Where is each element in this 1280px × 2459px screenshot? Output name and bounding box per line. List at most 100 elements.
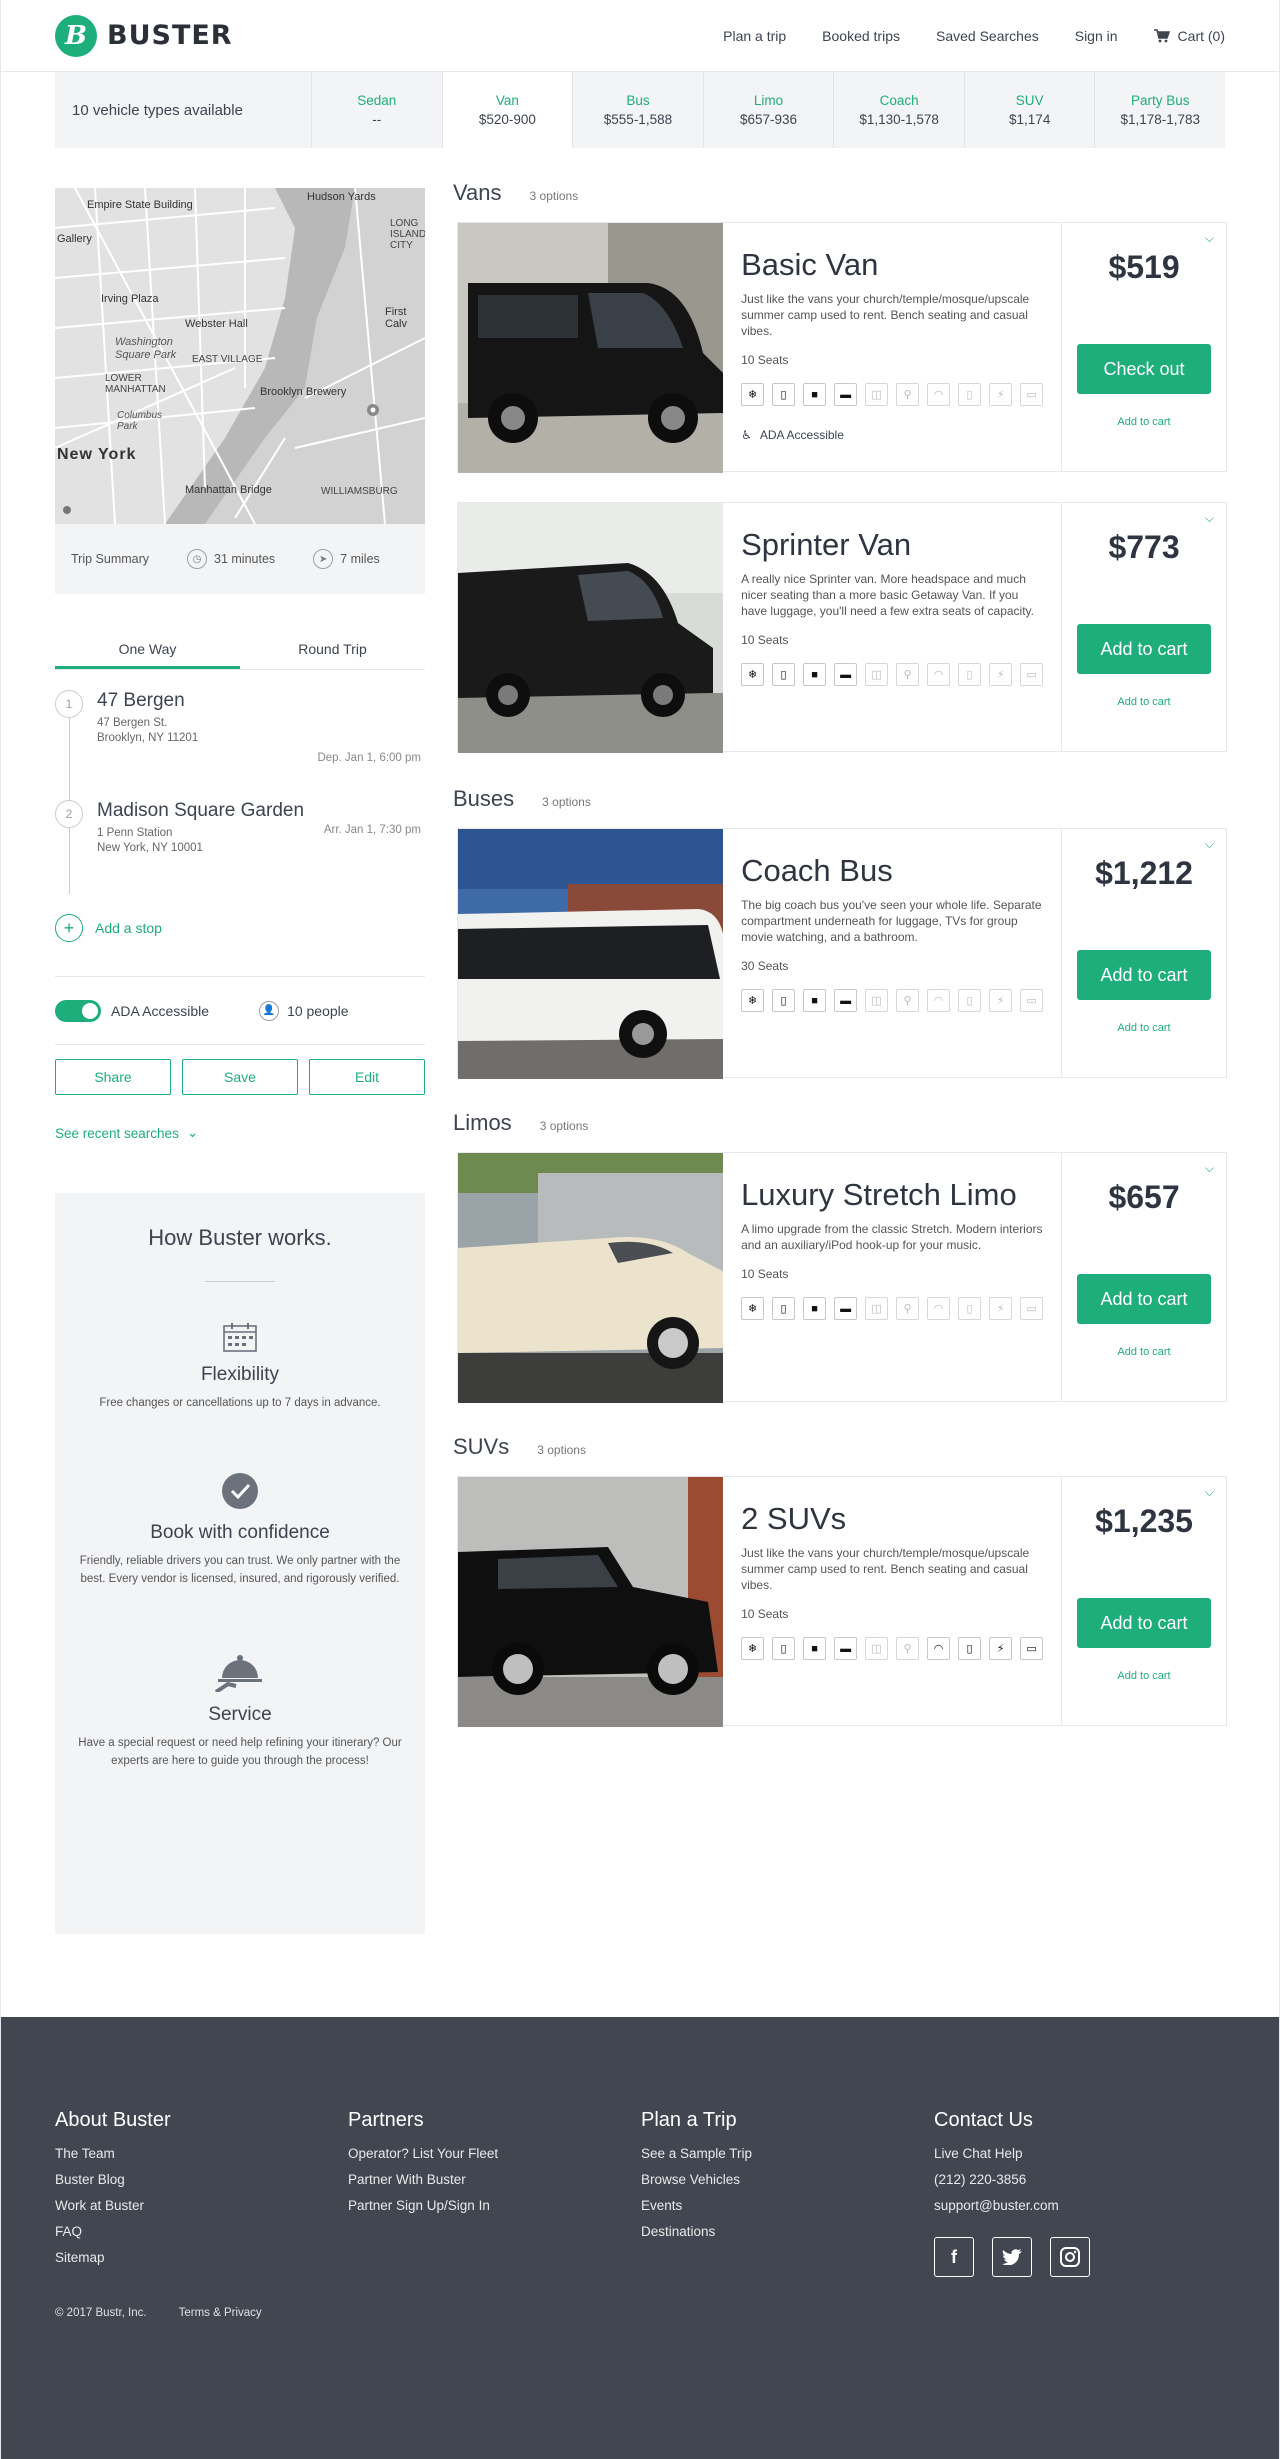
footer-link[interactable]: Operator? List Your Fleet (348, 2146, 641, 2161)
chevron-down-icon[interactable]: ⌵ (1205, 1161, 1214, 1176)
footer-col-title: About Buster (55, 2109, 171, 2131)
add-to-cart-link[interactable]: Add to cart (1062, 416, 1226, 428)
section-count: 3 options (529, 189, 579, 203)
footer-link[interactable]: See a Sample Trip (641, 2146, 934, 2161)
add-to-cart-button[interactable]: Add to cart (1077, 1274, 1212, 1324)
tab-van[interactable]: Van $520-900 (441, 72, 573, 148)
vehicle-price: $1,212 (1095, 855, 1193, 891)
save-button[interactable]: Save (182, 1059, 298, 1095)
add-to-cart-button[interactable]: Add to cart (1077, 624, 1212, 674)
tab-bus[interactable]: Bus $555-1,588 (572, 72, 703, 148)
footer-link[interactable]: Partner Sign Up/Sign In (348, 2198, 641, 2213)
footer-link[interactable]: Browse Vehicles (641, 2172, 934, 2187)
people-count[interactable]: 👤 10 people (259, 1000, 349, 1021)
add-stop-button[interactable]: + Add a stop (55, 908, 425, 948)
nav-saved-searches[interactable]: Saved Searches (936, 28, 1039, 44)
footer-link[interactable]: FAQ (55, 2224, 348, 2239)
tab-one-way[interactable]: One Way (55, 632, 240, 669)
route-map[interactable]: Empire State Building Hudson Yards Galle… (55, 188, 425, 524)
footer-link[interactable]: Work at Buster (55, 2198, 348, 2213)
recent-searches-link[interactable]: See recent searches ⌄ (55, 1125, 425, 1141)
tab-round-trip[interactable]: Round Trip (240, 632, 425, 669)
trip-options: ADA Accessible 👤 10 people (55, 976, 425, 1044)
map-label: First Calv (385, 306, 408, 330)
footer-link[interactable]: Live Chat Help (934, 2146, 1227, 2161)
edit-button[interactable]: Edit (309, 1059, 425, 1095)
add-to-cart-link[interactable]: Add to cart (1062, 1346, 1226, 1358)
tab-name: Sedan (357, 93, 397, 108)
section-header-buses: Buses 3 options (453, 786, 1227, 822)
ac-icon: ❄ (741, 989, 765, 1012)
instagram-icon[interactable] (1050, 2237, 1090, 2277)
tab-sedan[interactable]: Sedan -- (311, 72, 442, 148)
stop-address-line1: 47 Bergen St. (97, 717, 168, 729)
share-button[interactable]: Share (55, 1059, 171, 1095)
trip-duration: ◷ 31 minutes (187, 549, 275, 569)
add-to-cart-link[interactable]: Add to cart (1062, 696, 1226, 708)
vehicle-info: Basic Van Just like the vans your church… (723, 223, 1063, 471)
add-to-cart-link[interactable]: Add to cart (1062, 1022, 1226, 1034)
stop-item[interactable]: 1 47 Bergen 47 Bergen St. Brooklyn, NY 11… (55, 690, 425, 798)
tab-coach[interactable]: Coach $1,130-1,578 (833, 72, 964, 148)
restroom-icon: ⚲ (896, 663, 920, 686)
chevron-down-icon: ⌄ (186, 1125, 199, 1140)
terms-link[interactable]: Terms & Privacy (179, 2307, 262, 2319)
nav-booked-trips[interactable]: Booked trips (822, 28, 900, 44)
stop-name: 47 Bergen (97, 690, 185, 711)
cart-button[interactable]: Cart (0) (1153, 28, 1225, 44)
footer-link[interactable]: Events (641, 2198, 934, 2213)
site-footer: About Buster The Team Buster Blog Work a… (1, 2017, 1279, 2459)
add-to-cart-button[interactable]: Add to cart (1077, 1598, 1212, 1648)
distance-value: 7 miles (340, 552, 380, 566)
chevron-down-icon[interactable]: ⌵ (1205, 1485, 1214, 1500)
tab-name: SUV (1015, 93, 1044, 108)
twitter-icon[interactable] (992, 2237, 1032, 2277)
speaker-icon: ▯ (772, 1637, 796, 1660)
tab-name: Van (495, 93, 519, 108)
ac-icon: ❄ (741, 1637, 765, 1660)
ada-toggle[interactable] (55, 999, 101, 1022)
add-to-cart-link[interactable]: Add to cart (1062, 1670, 1226, 1682)
footer-link[interactable]: (212) 220-3856 (934, 2172, 1227, 2187)
chevron-down-icon[interactable]: ⌵ (1205, 511, 1214, 526)
stop-item[interactable]: 2 Madison Square Garden 1 Penn Station Ne… (55, 800, 425, 908)
nav-plan-trip[interactable]: Plan a trip (723, 28, 786, 44)
map-label: Columbus Park (117, 410, 163, 432)
footer-link[interactable]: Partner With Buster (348, 2172, 641, 2187)
facebook-icon[interactable]: f (934, 2237, 974, 2277)
wifi-icon: ◠ (927, 989, 951, 1012)
tab-limo[interactable]: Limo $657-936 (702, 72, 834, 148)
vehicle-info: Luxury Stretch Limo A limo upgrade from … (723, 1153, 1063, 1401)
power-outlet-icon: ⚡ (989, 1297, 1013, 1320)
vehicle-photo (458, 223, 724, 473)
chevron-down-icon[interactable]: ⌵ (1205, 837, 1214, 852)
vehicle-photo (458, 1153, 724, 1403)
logo[interactable]: B BUSTER (55, 14, 233, 57)
add-to-cart-button[interactable]: Add to cart (1077, 950, 1212, 1000)
footer-link[interactable]: Buster Blog (55, 2172, 348, 2187)
vehicle-price-panel: ⌵ $519 Check out Add to cart (1062, 223, 1226, 471)
restroom-icon: ⚲ (896, 1297, 920, 1320)
section-title: Vans (453, 180, 502, 205)
tab-suv[interactable]: SUV $1,174 (963, 72, 1095, 148)
footer-col-title: Contact Us (934, 2109, 1033, 2131)
seat-icon: ▬ (834, 1637, 858, 1660)
tab-name: Limo (753, 93, 784, 108)
calendar-icon (75, 1322, 405, 1352)
footer-link[interactable]: Sitemap (55, 2250, 348, 2265)
main-nav: Plan a trip Booked trips Saved Searches … (723, 28, 1225, 44)
footer-link[interactable]: Destinations (641, 2224, 934, 2239)
divider (205, 1281, 275, 1282)
footer-link[interactable]: The Team (55, 2146, 348, 2161)
vehicle-price-panel: ⌵ $1,235 Add to cart Add to cart (1062, 1477, 1226, 1725)
tab-party-bus[interactable]: Party Bus $1,178-1,783 (1094, 72, 1225, 148)
amenity-list: ❄ ▯ ■ ▬ ◫ ⚲ ◠ ▯ ⚡ ▭ (741, 1297, 1044, 1320)
tab-price: $1,178-1,783 (1120, 112, 1201, 127)
footer-link[interactable]: support@buster.com (934, 2198, 1227, 2213)
chevron-down-icon[interactable]: ⌵ (1205, 231, 1214, 246)
checkout-button[interactable]: Check out (1077, 344, 1212, 394)
feature-text: Have a special request or need help refi… (78, 1737, 402, 1767)
map-label: WILLIAMSBURG (321, 486, 398, 497)
nav-sign-in[interactable]: Sign in (1075, 28, 1118, 44)
amenity-list: ❄ ▯ ■ ▬ ◫ ⚲ ◠ ▯ ⚡ ▭ (741, 663, 1044, 686)
